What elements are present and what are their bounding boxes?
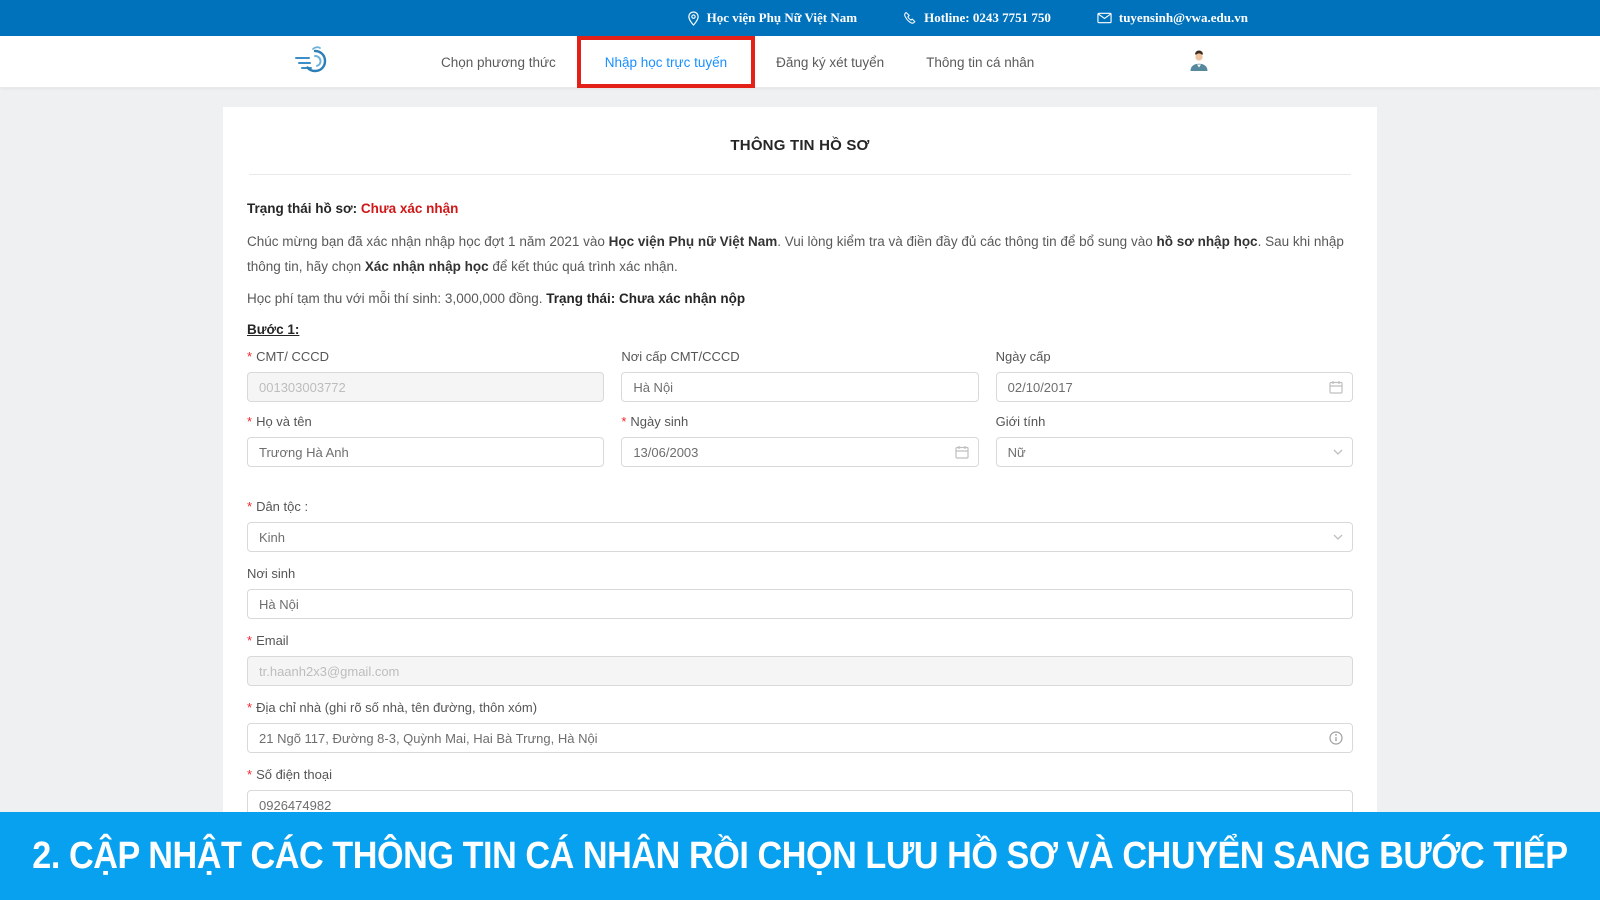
profile-card: THÔNG TIN HỒ SƠ Trạng thái hồ sơ: Chưa x… bbox=[223, 107, 1377, 900]
required-asterisk: * bbox=[247, 767, 252, 782]
hoten-input[interactable] bbox=[247, 437, 604, 467]
topbar-hotline: Hotline: 0243 7751 750 bbox=[903, 10, 1051, 26]
field-hoten-label: *Họ và tên bbox=[247, 414, 604, 429]
instruction-banner-text: 2. CẬP NHẬT CÁC THÔNG TIN CÁ NHÂN RỒI CH… bbox=[32, 835, 1567, 878]
nav-item-nhap-hoc-truc-tuyen[interactable]: Nhập học trực tuyến bbox=[577, 36, 755, 88]
ngaysinh-input[interactable] bbox=[621, 437, 978, 467]
field-noicap: Nơi cấp CMT/CCCD bbox=[621, 349, 978, 402]
field-noisinh: Nơi sinh bbox=[247, 566, 1353, 619]
required-asterisk: * bbox=[247, 700, 252, 715]
required-asterisk: * bbox=[247, 633, 252, 648]
field-email-label: *Email bbox=[247, 633, 1353, 648]
field-dantoc: *Dân tộc : bbox=[247, 499, 1353, 552]
field-ngaycap-label: Ngày cấp bbox=[996, 349, 1353, 364]
diachi-input[interactable] bbox=[247, 723, 1353, 753]
field-dantoc-label: *Dân tộc : bbox=[247, 499, 1353, 514]
email-input[interactable] bbox=[247, 656, 1353, 686]
field-diachi: *Địa chỉ nhà (ghi rõ số nhà, tên đường, … bbox=[247, 700, 1353, 753]
field-ngaysinh-label: *Ngày sinh bbox=[621, 414, 978, 429]
page-title: THÔNG TIN HỒ SƠ bbox=[247, 123, 1353, 174]
required-asterisk: * bbox=[247, 414, 252, 429]
field-diachi-label: *Địa chỉ nhà (ghi rõ số nhà, tên đường, … bbox=[247, 700, 1353, 715]
field-sdt-label: *Số điện thoại bbox=[247, 767, 1353, 782]
required-asterisk: * bbox=[621, 414, 626, 429]
page-background: THÔNG TIN HỒ SƠ Trạng thái hồ sơ: Chưa x… bbox=[0, 88, 1600, 900]
ngaycap-input[interactable] bbox=[996, 372, 1353, 402]
intro-bold-text: hồ sơ nhập học bbox=[1156, 234, 1257, 249]
profile-status-value: Chưa xác nhận bbox=[361, 201, 459, 216]
gioitinh-select[interactable] bbox=[996, 437, 1353, 467]
fee-line: Học phí tạm thu với mỗi thí sinh: 3,000,… bbox=[247, 291, 1353, 306]
field-hoten: *Họ và tên bbox=[247, 414, 604, 467]
nav-menu: Chọn phương thức Nhập học trực tuyến Đăn… bbox=[420, 36, 1055, 88]
field-gioitinh-label: Giới tính bbox=[996, 414, 1353, 429]
topbar-hotline-text: Hotline: 0243 7751 750 bbox=[924, 10, 1051, 26]
field-cmt: *CMT/ CCCD bbox=[247, 349, 604, 402]
nav-item-label: Thông tin cá nhân bbox=[926, 55, 1034, 70]
intro-confirm-action: Xác nhận nhập học bbox=[365, 259, 489, 274]
profile-status-line: Trạng thái hồ sơ: Chưa xác nhận bbox=[247, 201, 1353, 216]
location-pin-icon bbox=[687, 11, 700, 26]
field-gioitinh: Giới tính bbox=[996, 414, 1353, 467]
fee-text: Học phí tạm thu với mỗi thí sinh: 3,000,… bbox=[247, 291, 546, 306]
profile-form: *CMT/ CCCD Nơi cấp CMT/CCCD Ngày cấp bbox=[247, 349, 1353, 820]
step-label: Bước 1: bbox=[247, 322, 1353, 337]
intro-school-name: Học viện Phụ nữ Việt Nam bbox=[609, 234, 778, 249]
field-noicap-label: Nơi cấp CMT/CCCD bbox=[621, 349, 978, 364]
main-navbar: Chọn phương thức Nhập học trực tuyến Đăn… bbox=[0, 36, 1600, 88]
topbar-location-text: Học viện Phụ Nữ Việt Nam bbox=[707, 10, 857, 26]
nav-item-label: Nhập học trực tuyến bbox=[605, 55, 727, 70]
noicap-input[interactable] bbox=[621, 372, 978, 402]
nav-item-label: Đăng ký xét tuyển bbox=[776, 55, 884, 70]
title-divider bbox=[249, 174, 1351, 175]
envelope-icon bbox=[1097, 12, 1112, 24]
instruction-banner: 2. CẬP NHẬT CÁC THÔNG TIN CÁ NHÂN RỒI CH… bbox=[0, 812, 1600, 900]
top-info-bar: Học viện Phụ Nữ Việt Nam Hotline: 0243 7… bbox=[0, 0, 1600, 36]
nav-item-label: Chọn phương thức bbox=[441, 55, 556, 70]
field-noisinh-label: Nơi sinh bbox=[247, 566, 1353, 581]
topbar-location: Học viện Phụ Nữ Việt Nam bbox=[687, 10, 857, 26]
required-asterisk: * bbox=[247, 499, 252, 514]
cmt-input[interactable] bbox=[247, 372, 604, 402]
nav-item-dang-ky-xet-tuyen[interactable]: Đăng ký xét tuyển bbox=[755, 36, 905, 88]
noisinh-input[interactable] bbox=[247, 589, 1353, 619]
school-logo-icon[interactable] bbox=[293, 45, 329, 84]
field-cmt-label: *CMT/ CCCD bbox=[247, 349, 604, 364]
field-email: *Email bbox=[247, 633, 1353, 686]
required-asterisk: * bbox=[247, 349, 252, 364]
intro-paragraph: Chúc mừng bạn đã xác nhận nhập học đợt 1… bbox=[247, 229, 1347, 279]
topbar-email-text: tuyensinh@vwa.edu.vn bbox=[1119, 10, 1248, 26]
phone-icon bbox=[903, 11, 917, 25]
field-ngaycap: Ngày cấp bbox=[996, 349, 1353, 402]
dantoc-select[interactable] bbox=[247, 522, 1353, 552]
topbar-email: tuyensinh@vwa.edu.vn bbox=[1097, 10, 1248, 26]
intro-text: Chúc mừng bạn đã xác nhận nhập học đợt 1… bbox=[247, 234, 609, 249]
field-ngaysinh: *Ngày sinh bbox=[621, 414, 978, 467]
nav-item-thong-tin-ca-nhan[interactable]: Thông tin cá nhân bbox=[905, 36, 1055, 88]
intro-text: để kết thúc quá trình xác nhận. bbox=[489, 259, 678, 274]
intro-text: . Vui lòng kiểm tra và điền đầy đủ các t… bbox=[777, 234, 1156, 249]
fee-status-label: Trạng thái: bbox=[546, 291, 619, 306]
profile-status-label: Trạng thái hồ sơ: bbox=[247, 201, 357, 216]
nav-item-chon-phuong-thuc[interactable]: Chọn phương thức bbox=[420, 36, 577, 88]
fee-status-value: Chưa xác nhận nộp bbox=[619, 291, 745, 306]
user-avatar-icon[interactable] bbox=[1188, 50, 1210, 79]
